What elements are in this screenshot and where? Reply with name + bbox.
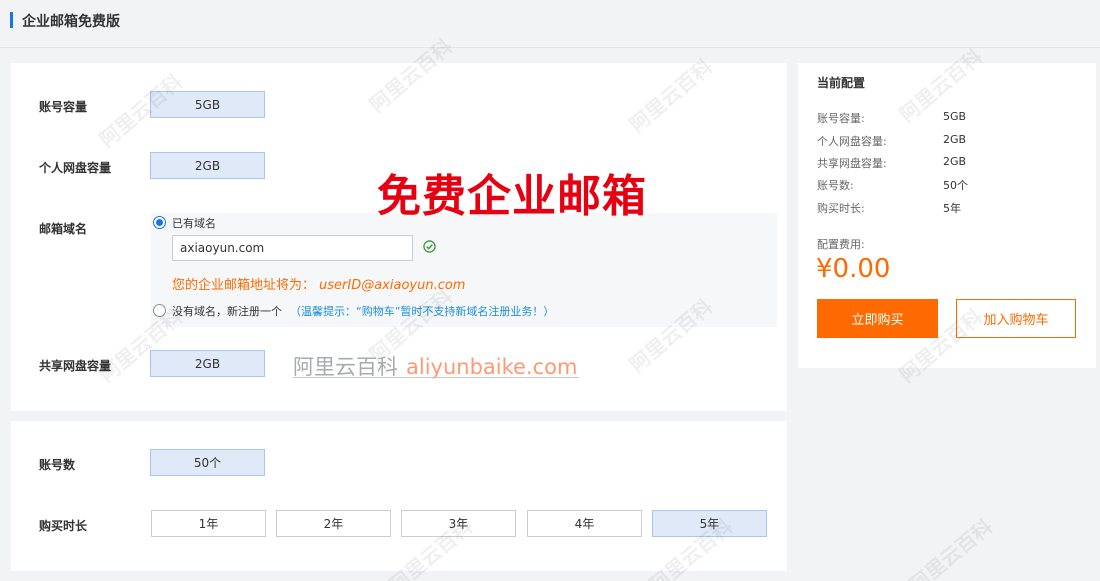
shared-disk-option[interactable]: 2GB bbox=[150, 350, 265, 377]
summary-key: 个人网盘容量: bbox=[817, 135, 887, 148]
buy-now-button[interactable]: 立即购买 bbox=[817, 299, 938, 338]
summary-value: 2GB bbox=[943, 155, 967, 168]
add-to-cart-button[interactable]: 加入购物车 bbox=[956, 299, 1076, 338]
duration-option-3[interactable]: 3年 bbox=[401, 510, 516, 537]
summary-key: 账号容量: bbox=[817, 112, 865, 125]
watermark-underline bbox=[293, 377, 579, 378]
account-capacity-option[interactable]: 5GB bbox=[150, 91, 265, 118]
has-domain-label: 已有域名 bbox=[172, 217, 216, 230]
duration-option-5[interactable]: 5年 bbox=[652, 510, 767, 537]
summary-value: 5GB bbox=[943, 110, 967, 123]
duration-option-1[interactable]: 1年 bbox=[151, 510, 266, 537]
summary-key: 账号数: bbox=[817, 179, 854, 192]
title-accent-bar bbox=[10, 12, 13, 28]
no-domain-radio[interactable] bbox=[153, 304, 166, 317]
domain-label: 邮箱域名 bbox=[39, 222, 88, 236]
overlay-title: 免费企业邮箱 bbox=[377, 171, 647, 222]
address-preview: 您的企业邮箱地址将为： userID@axiaoyun.com bbox=[172, 274, 465, 293]
watermark-cn: 阿里云百科 bbox=[293, 355, 398, 379]
address-prefix: 您的企业邮箱地址将为： bbox=[172, 278, 316, 293]
has-domain-radio[interactable] bbox=[153, 216, 166, 229]
page-header: 企业邮箱免费版 bbox=[0, 0, 1100, 48]
account-capacity-label: 账号容量 bbox=[39, 100, 88, 114]
duration-label: 购买时长 bbox=[39, 519, 88, 533]
shared-disk-label: 共享网盘容量 bbox=[39, 359, 112, 373]
domain-input[interactable]: axiaoyun.com bbox=[172, 235, 413, 261]
fee-label: 配置费用: bbox=[817, 238, 865, 251]
domain-options-box: 已有域名 axiaoyun.com 您的企业邮箱地址将为： userID@axia… bbox=[151, 213, 777, 327]
address-value: userID@axiaoyun.com bbox=[319, 278, 466, 293]
page-title: 企业邮箱免费版 bbox=[22, 14, 120, 30]
duration-option-4[interactable]: 4年 bbox=[527, 510, 642, 537]
account-count-option[interactable]: 50个 bbox=[150, 449, 265, 476]
no-domain-label: 没有域名，新注册一个 bbox=[172, 305, 282, 318]
summary-key: 购买时长: bbox=[817, 202, 865, 215]
check-circle-icon bbox=[423, 240, 436, 253]
summary-title: 当前配置 bbox=[817, 76, 866, 90]
account-panel: 账号数 50个 购买时长 1年 2年 3年 4年 5年 bbox=[11, 421, 787, 571]
fee-amount: ¥0.00 bbox=[816, 254, 891, 284]
summary-value: 50个 bbox=[943, 179, 968, 192]
duration-option-2[interactable]: 2年 bbox=[276, 510, 391, 537]
summary-value: 2GB bbox=[943, 133, 967, 146]
cart-hint: （温馨提示：“购物车”暂时不支持新域名注册业务！） bbox=[290, 305, 555, 318]
personal-disk-label: 个人网盘容量 bbox=[39, 161, 112, 175]
summary-value: 5年 bbox=[943, 202, 961, 215]
watermark-site: aliyunbaike.com bbox=[406, 355, 578, 379]
personal-disk-option[interactable]: 2GB bbox=[150, 152, 265, 179]
summary-panel: 当前配置 账号容量: 5GB 个人网盘容量: 2GB 共享网盘容量: 2GB 账… bbox=[798, 63, 1096, 368]
bg-watermark: 阿里云百科 bbox=[904, 514, 997, 581]
summary-key: 共享网盘容量: bbox=[817, 157, 887, 170]
account-count-label: 账号数 bbox=[39, 458, 76, 472]
